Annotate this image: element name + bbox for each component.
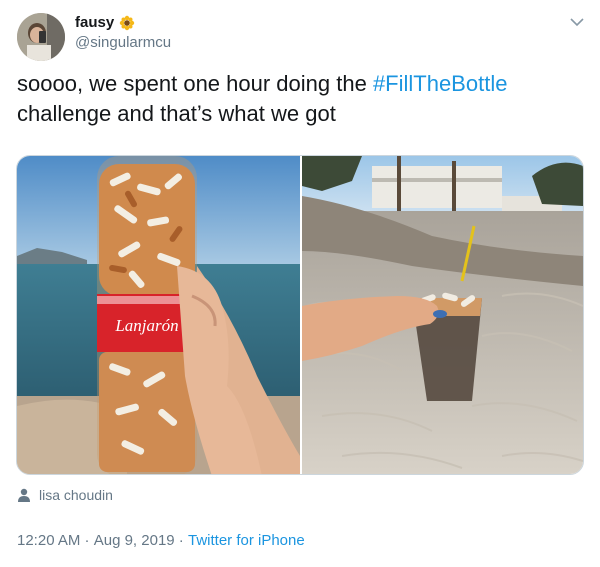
user-handle[interactable]: @singularmcu (75, 34, 171, 51)
avatar[interactable] (17, 13, 65, 61)
tweet-text-end: challenge and that’s what we got (17, 101, 336, 126)
bottle-brand-label: Lanjarón (114, 316, 178, 335)
tweet-source-link[interactable]: Twitter for iPhone (188, 532, 305, 549)
author-block: fausy @singularmcu (75, 14, 171, 51)
photo-bottle[interactable]: Lanjarón (17, 156, 300, 474)
meta-separator: · (174, 532, 188, 549)
person-icon (18, 488, 30, 502)
tweet-text: soooo, we spent one hour doing the #Fill… (17, 69, 577, 129)
display-name[interactable]: fausy (75, 14, 114, 31)
tweet-text-start: soooo, we spent one hour doing the (17, 71, 373, 96)
meta-separator: · (80, 532, 94, 549)
photo-beach-cup[interactable] (302, 156, 583, 474)
tweet-meta: 12:20 AM · Aug 9, 2019 · Twitter for iPh… (17, 532, 305, 549)
tweet-time[interactable]: 12:20 AM (17, 532, 80, 549)
media-grid: Lanjarón (16, 155, 584, 475)
tweet: fausy @singularmcu soooo, we spent one h… (0, 0, 600, 567)
tagged-user-name[interactable]: lisa choudin (39, 487, 113, 503)
tagged-users[interactable]: lisa choudin (17, 487, 113, 503)
hashtag-link[interactable]: #FillTheBottle (373, 71, 508, 96)
tweet-date[interactable]: Aug 9, 2019 (94, 532, 175, 549)
sunflower-icon (119, 15, 135, 30)
chevron-down-icon[interactable] (570, 17, 584, 27)
